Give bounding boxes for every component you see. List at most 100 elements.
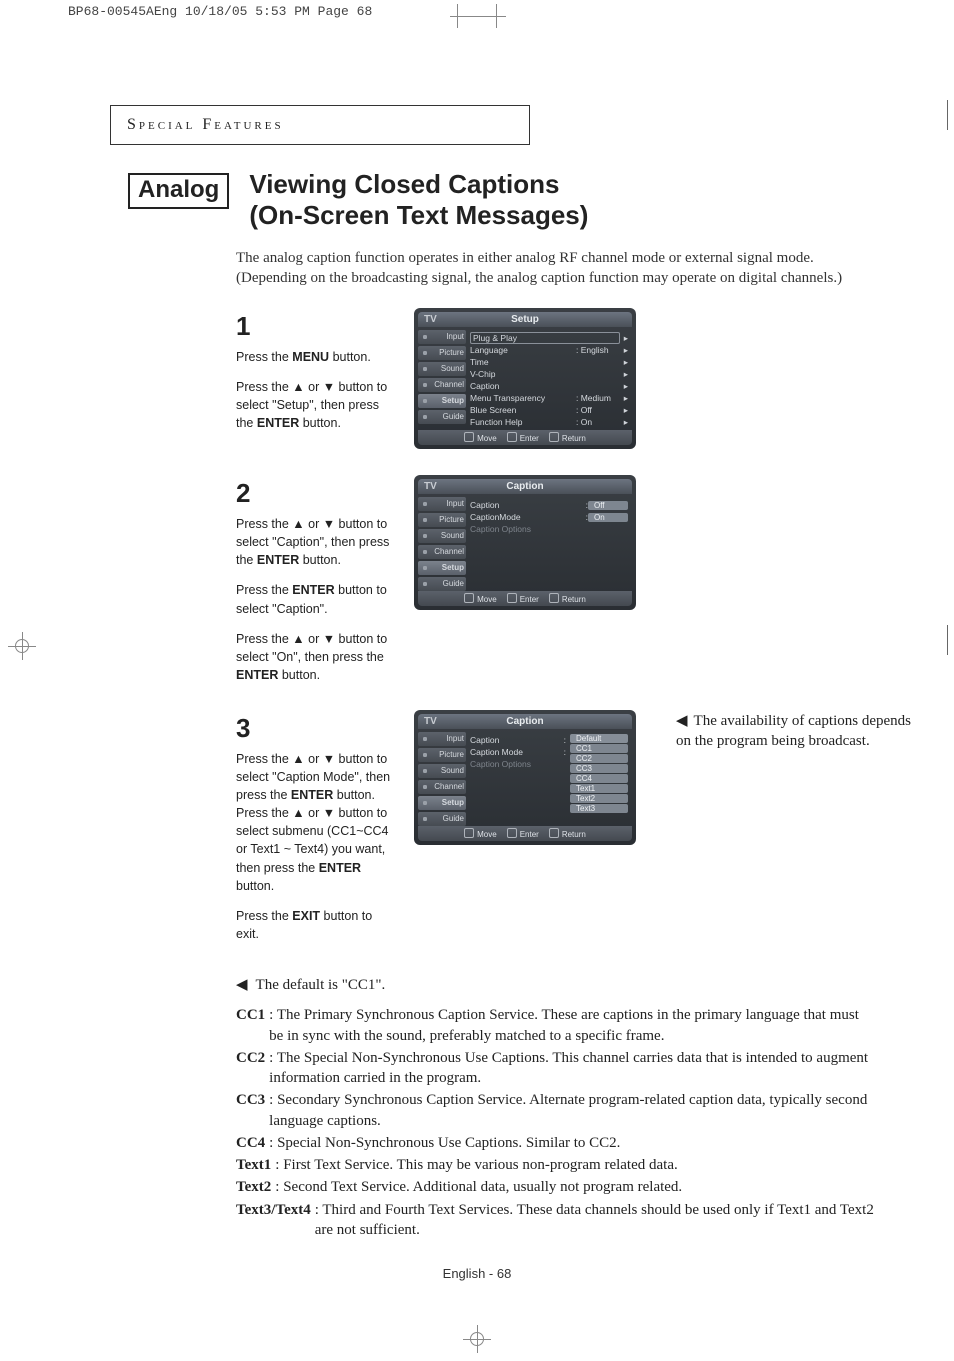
osd-value: : Medium [576, 393, 620, 403]
side-note: ▶The availability of captions depends on… [676, 712, 926, 751]
def-key: Text2 [236, 1177, 271, 1197]
intro-paragraph: The analog caption function operates in … [0, 231, 954, 288]
crop-mark-left-mid [8, 632, 36, 660]
osd-option: Text3 [570, 804, 628, 813]
osd-hint-return: Return [549, 593, 586, 604]
def-desc: : First Text Service. This may be variou… [275, 1155, 677, 1175]
osd-row: Blue Screen [470, 405, 576, 415]
def-key: CC2 [236, 1048, 265, 1089]
osd-option: CC3 [570, 764, 628, 773]
osd-hint-move: Move [464, 432, 497, 443]
osd-tab-setup: Setup [442, 563, 464, 572]
osd-tab-guide: Guide [443, 814, 464, 823]
def-desc: : Special Non-Synchronous Use Captions. … [269, 1133, 620, 1153]
crop-mark-bottom [463, 1325, 491, 1353]
osd-hint-return: Return [549, 828, 586, 839]
step-text-frag: Press the ▲ or ▼ button to select submen… [236, 806, 389, 874]
osd-tab-channel: Channel [434, 380, 464, 389]
osd-tv-label: TV [424, 716, 464, 727]
osd-sidebar: Input Picture Sound Channel Setup Guide [418, 497, 466, 591]
step-text-frag: button. [278, 668, 320, 682]
menu-button-ref: MENU [292, 350, 329, 364]
osd-tab-picture: Picture [439, 348, 464, 357]
def-key: Text3/Text4 [236, 1200, 311, 1241]
osd-option-selected: Default [570, 734, 628, 743]
osd-row: Time [470, 357, 620, 367]
osd-tab-channel: Channel [434, 547, 464, 556]
osd-tab-channel: Channel [434, 782, 464, 791]
def-key: Text1 [236, 1155, 271, 1175]
osd-option: CC4 [570, 774, 628, 783]
def-desc: : The Special Non-Synchronous Use Captio… [269, 1048, 874, 1089]
osd-row: Caption [470, 735, 564, 745]
osd-main: Plug & Play▸ Language: English▸ Time▸ V-… [466, 330, 632, 430]
analog-badge: Analog [128, 173, 229, 209]
osd-main: Caption: Caption Mode: Caption Options D… [466, 732, 632, 826]
step-text-frag: Press the [236, 350, 292, 364]
def-desc: : Third and Fourth Text Services. These … [315, 1200, 874, 1241]
title-line-1: Viewing Closed Captions [249, 169, 559, 199]
osd-tab-guide: Guide [443, 579, 464, 588]
osd-hint-return: Return [549, 432, 586, 443]
colon: : [564, 747, 566, 757]
step-text-frag: button. [236, 879, 274, 893]
osd-tab-setup: Setup [442, 396, 464, 405]
osd-row: Plug & Play [470, 332, 620, 344]
def-desc: : The Primary Synchronous Caption Servic… [269, 1005, 874, 1046]
footer-sep: - [485, 1266, 497, 1281]
osd-value-highlight: On [588, 513, 628, 522]
osd-tab-sound: Sound [441, 766, 464, 775]
notes-section: ▶The default is "CC1". CC1: The Primary … [0, 969, 954, 1240]
enter-button-ref: ENTER [319, 861, 361, 875]
osd-row: Language [470, 345, 576, 355]
osd-tab-setup: Setup [442, 798, 464, 807]
osd-sidebar: Input Picture Sound Channel Setup Guide [418, 732, 466, 826]
step-text-frag: button. [329, 350, 371, 364]
osd-row: Function Help [470, 417, 576, 427]
step-2: 2 Press the ▲ or ▼ button to select "Cap… [236, 475, 954, 684]
osd-value: : Off [576, 405, 620, 415]
side-note-text: The availability of captions depends on … [676, 713, 911, 749]
step-1: 1 Press the MENU button. Press the ▲ or … [236, 308, 954, 449]
osd-title: Caption [464, 481, 586, 492]
def-desc: : Second Text Service. Additional data, … [275, 1177, 682, 1197]
osd-option: CC1 [570, 744, 628, 753]
page-title: Viewing Closed Captions (On-Screen Text … [249, 169, 588, 231]
osd-hint-enter: Enter [507, 432, 539, 443]
osd-tab-input: Input [446, 332, 464, 341]
osd-tab-picture: Picture [439, 750, 464, 759]
osd-row: CaptionMode [470, 512, 586, 522]
osd-row-disabled: Caption Options [470, 759, 566, 769]
osd-screenshot-setup: TVSetup Input Picture Sound Channel Setu… [414, 308, 636, 449]
step-number: 1 [236, 308, 396, 346]
crop-mark-right [947, 100, 948, 130]
osd-title: Setup [464, 314, 586, 325]
osd-row: Caption Mode [470, 747, 564, 757]
osd-title: Caption [464, 716, 586, 727]
page-content: Analog Viewing Closed Captions (On-Scree… [0, 145, 954, 1281]
osd-hint-move: Move [464, 593, 497, 604]
osd-tab-guide: Guide [443, 412, 464, 421]
def-key: CC1 [236, 1005, 265, 1046]
title-line-2: (On-Screen Text Messages) [249, 200, 588, 230]
osd-option: Text1 [570, 784, 628, 793]
enter-button-ref: ENTER [257, 553, 299, 567]
osd-tv-label: TV [424, 481, 464, 492]
osd-row-disabled: Caption Options [470, 524, 628, 534]
osd-tab-input: Input [446, 499, 464, 508]
osd-hint-enter: Enter [507, 593, 539, 604]
osd-tab-picture: Picture [439, 515, 464, 524]
osd-value: : On [576, 417, 620, 427]
osd-option-list: Default CC1 CC2 CC3 CC4 Text1 Text2 Text… [570, 734, 628, 824]
exit-button-ref: EXIT [292, 909, 320, 923]
osd-row: Menu Transparency [470, 393, 576, 403]
osd-main: Caption:Off CaptionMode:On Caption Optio… [466, 497, 632, 591]
osd-tab-input: Input [446, 734, 464, 743]
default-note: The default is "CC1". [256, 977, 386, 993]
enter-button-ref: ENTER [291, 788, 333, 802]
def-desc: : Secondary Synchronous Caption Service.… [269, 1090, 874, 1131]
osd-screenshot-caption-mode: TVCaption Input Picture Sound Channel Se… [414, 710, 636, 845]
osd-tab-sound: Sound [441, 531, 464, 540]
def-key: CC4 [236, 1133, 265, 1153]
enter-button-ref: ENTER [236, 668, 278, 682]
